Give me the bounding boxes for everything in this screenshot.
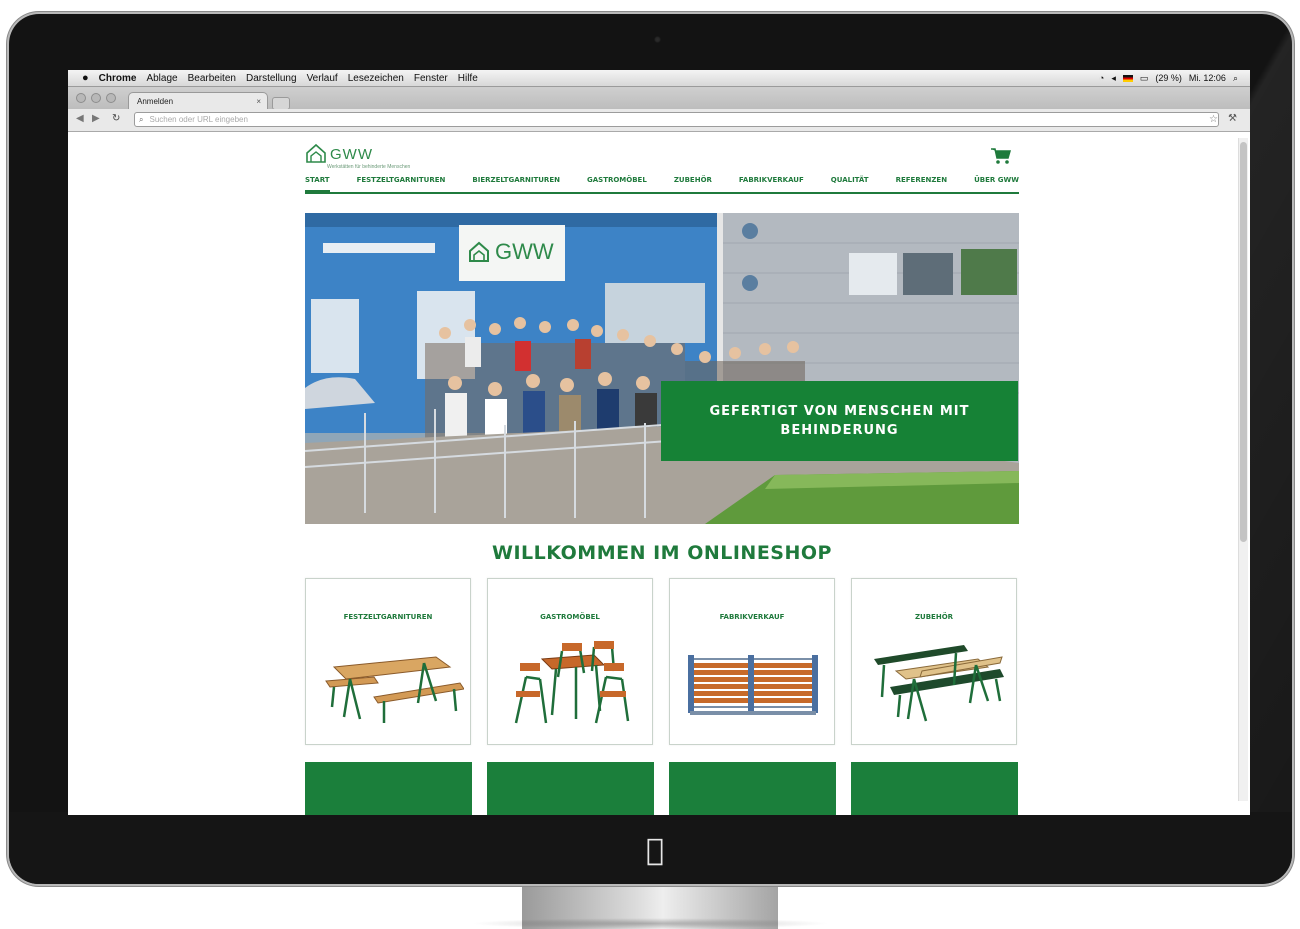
house-logo-icon [306,143,326,163]
tab-close-icon[interactable]: × [256,97,261,106]
address-placeholder: Suchen oder URL eingeben [149,115,248,124]
volume-icon[interactable]: ◂ [1111,73,1116,84]
browser-tabbar: Anmelden × [68,87,1250,110]
hero-photo: GWW [305,213,1019,524]
battery-icon[interactable]: ▭ [1140,73,1149,84]
menu-lesezeichen[interactable]: Lesezeichen [348,73,404,84]
main-navigation: START FESTZELTGARNITUREN BIERZELTGARNITU… [305,176,1019,194]
menu-hilfe[interactable]: Hilfe [458,73,478,84]
bench-with-backrest-icon [874,645,1004,722]
scrollbar-thumb[interactable] [1240,142,1247,542]
spotlight-icon[interactable]: ⌕ [1233,73,1238,84]
logo-name: GWW [330,146,373,163]
category-card-fabrikverkauf[interactable]: FABRIKVERKAUF [669,578,835,745]
menubar-clock[interactable]: Mi. 12:06 [1189,73,1226,83]
window-controls [76,93,116,103]
green-teaser-row [305,762,1019,815]
menu-fenster[interactable]: Fenster [414,73,448,84]
teaser-box[interactable] [487,762,654,815]
menu-bearbeiten[interactable]: Bearbeiten [188,73,236,84]
forward-icon[interactable]: ▶ [92,113,100,124]
category-card-festzeltgarnituren[interactable]: FESTZELTGARNITUREN [305,578,471,745]
nav-referenzen[interactable]: REFERENZEN [896,176,947,192]
teaser-box[interactable] [305,762,472,815]
nav-fabrikverkauf[interactable]: FABRIKVERKAUF [739,176,804,192]
category-card-zubehoer[interactable]: ZUBEHÖR [851,578,1017,745]
browser-toolbar: ◀ ▶ ↻ ⌕ Suchen oder URL eingeben ☆ ⚒ [68,109,1250,132]
teaser-box[interactable] [851,762,1018,815]
screen: ● Chrome Ablage Bearbeiten Darstellung V… [68,70,1250,815]
shopping-cart-icon[interactable] [990,147,1012,165]
menu-verlauf[interactable]: Verlauf [307,73,338,84]
camera-dot [654,36,661,43]
hero-sign-text: GWW [495,239,554,264]
card-label: FABRIKVERKAUF [719,613,785,621]
beer-table-set-icon [325,656,464,723]
german-flag-icon[interactable] [1122,74,1133,82]
stacked-tables-pallet-icon [688,655,818,715]
wrench-menu-icon[interactable]: ⚒ [1228,113,1237,124]
mac-menubar: ● Chrome Ablage Bearbeiten Darstellung V… [68,70,1250,87]
stand-shadow [470,918,830,929]
search-icon: ⌕ [139,114,144,124]
wifi-icon[interactable]: ◔ [1099,73,1104,83]
welcome-heading: WILLKOMMEN IM ONLINESHOP [492,542,832,564]
card-label: GASTROMÖBEL [540,613,600,621]
nav-gastromoebel[interactable]: GASTROMÖBEL [587,176,647,192]
hero-banner[interactable]: GEFERTIGT VON MENSCHEN MIT BEHINDERUNG [661,381,1018,461]
category-card-gastromoebel[interactable]: GASTROMÖBEL [487,578,653,745]
menu-app-name[interactable]: Chrome [99,73,137,84]
site-logo[interactable]: GWW Werkstätten für behinderte Menschen [305,142,410,172]
bookmark-star-icon[interactable]: ☆ [1209,114,1218,125]
close-window-icon[interactable] [76,93,86,103]
minimize-window-icon[interactable] [91,93,101,103]
browser-tab[interactable]: Anmelden × [128,92,268,109]
logo-tagline: Werkstätten für behinderte Menschen [327,164,411,170]
back-icon[interactable]: ◀ [76,113,84,124]
apple-menu-icon[interactable]: ● [82,72,89,84]
card-label: ZUBEHÖR [914,613,954,621]
tab-title: Anmelden [137,96,174,106]
battery-status[interactable]: (29 %) [1155,73,1182,83]
menu-darstellung[interactable]: Darstellung [246,73,297,84]
hero-image: GWW GEFERTIGT VON MENSCHEN MIT BEHINDERU… [305,213,1019,524]
nav-ueber-gww[interactable]: ÜBER GWW [974,176,1019,192]
zoom-window-icon[interactable] [106,93,116,103]
card-label: FESTZELTGARNITUREN [343,613,433,621]
hero-banner-text: GEFERTIGT VON MENSCHEN MIT BEHINDERUNG [709,404,970,438]
apple-logo-icon:  [646,836,664,866]
teaser-box[interactable] [669,762,836,815]
bistro-set-icon [514,641,630,724]
nav-festzeltgarnituren[interactable]: FESTZELTGARNITUREN [357,176,446,192]
nav-start[interactable]: START [305,176,330,192]
nav-qualitaet[interactable]: QUALITÄT [831,176,869,192]
nav-bierzeltgarnituren[interactable]: BIERZELTGARNITUREN [472,176,560,192]
address-bar[interactable]: ⌕ Suchen oder URL eingeben [134,112,1219,127]
category-cards: FESTZELTGARNITUREN GASTROMÖBEL FABRIKVER… [305,578,1019,745]
menu-ablage[interactable]: Ablage [146,73,177,84]
scrollbar[interactable] [1238,138,1248,801]
nav-zubehoer[interactable]: ZUBEHÖR [674,176,712,192]
page-viewport: GWW Werkstätten für behinderte Menschen … [68,132,1250,815]
reload-icon[interactable]: ↻ [112,113,120,124]
